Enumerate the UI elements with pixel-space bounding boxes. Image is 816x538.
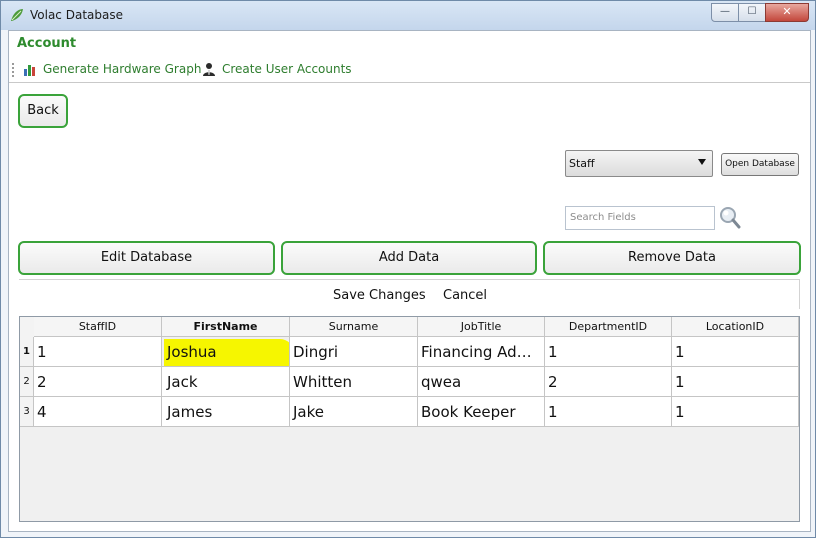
column-header-staffid[interactable]: StaffID [34, 317, 162, 337]
table-cell[interactable]: Jack [162, 367, 290, 397]
table-cell[interactable]: 2 [34, 367, 162, 397]
column-header-jobtitle[interactable]: JobTitle [418, 317, 545, 337]
cancel-button[interactable]: Cancel [443, 288, 487, 303]
title-bar[interactable]: Volac Database — ☐ ✕ [1, 1, 815, 30]
volac-leaf-icon [11, 9, 23, 21]
magnifier-icon[interactable] [719, 206, 741, 230]
table-cell[interactable]: Jake [290, 397, 418, 427]
table-cell[interactable]: James [162, 397, 290, 427]
edit-database-button[interactable]: Edit Database [18, 241, 275, 275]
grid-corner[interactable] [20, 317, 35, 338]
window-controls: — ☐ ✕ [711, 3, 809, 22]
table-cell[interactable]: 1 [545, 397, 672, 427]
table-cell[interactable]: 1 [672, 397, 799, 427]
generate-hardware-graph-button[interactable]: Generate Hardware Graph [23, 62, 201, 76]
toolbar: Generate Hardware Graph Create User Acco… [9, 56, 810, 83]
column-header-departmentid[interactable]: DepartmentID [545, 317, 672, 337]
window-title: Volac Database [30, 8, 123, 22]
table-select-value: Staff [569, 157, 595, 170]
table-cell[interactable]: Book Keeper [418, 397, 545, 427]
table-cell[interactable]: 1 [672, 337, 799, 367]
table-cell[interactable]: Dingri [290, 337, 418, 367]
main-panel: Account Generate Hardware Graph Create U… [8, 30, 811, 532]
create-user-accounts-button[interactable]: Create User Accounts [202, 62, 352, 76]
table-cell[interactable]: 2 [545, 367, 672, 397]
table-cell[interactable]: qwea [418, 367, 545, 397]
open-database-button[interactable]: Open Database [721, 153, 799, 176]
search-input[interactable]: Search Fields [565, 206, 715, 230]
chevron-down-icon [698, 159, 706, 165]
minimize-icon: — [720, 6, 730, 17]
row-header[interactable]: 1 [20, 337, 34, 367]
row-header[interactable]: 3 [20, 397, 34, 427]
toolbar-grip[interactable] [12, 63, 16, 77]
column-header-firstname[interactable]: FirstName [162, 317, 290, 337]
table-cell[interactable]: Financing Advisor [418, 337, 545, 367]
back-button[interactable]: Back [18, 94, 68, 128]
app-window: Volac Database — ☐ ✕ Account Generate Ha… [0, 0, 816, 538]
table-cell[interactable]: 1 [34, 337, 162, 367]
table-select[interactable]: Staff [565, 150, 713, 177]
table-cell[interactable]: Joshua [162, 337, 290, 367]
row-header[interactable]: 2 [20, 367, 34, 397]
maximize-button[interactable]: ☐ [738, 3, 766, 22]
table-cell[interactable]: 1 [672, 367, 799, 397]
close-button[interactable]: ✕ [765, 3, 809, 22]
table-cell[interactable]: 4 [34, 397, 162, 427]
close-icon: ✕ [782, 5, 792, 18]
generate-hardware-graph-label: Generate Hardware Graph [43, 62, 202, 76]
minimize-button[interactable]: — [711, 3, 739, 22]
save-bar: Save Changes Cancel [19, 279, 800, 309]
add-data-button[interactable]: Add Data [281, 241, 537, 275]
table-cell[interactable]: Whitten [290, 367, 418, 397]
remove-data-button[interactable]: Remove Data [543, 241, 801, 275]
table-cell[interactable]: 1 [545, 337, 672, 367]
create-user-accounts-label: Create User Accounts [222, 62, 352, 76]
user-icon [203, 63, 215, 76]
save-changes-button[interactable]: Save Changes [333, 288, 426, 303]
bar-chart-icon [24, 65, 35, 76]
account-label: Account [17, 36, 77, 51]
column-header-surname[interactable]: Surname [290, 317, 418, 337]
data-grid[interactable]: StaffID FirstName Surname JobTitle Depar… [19, 316, 800, 522]
maximize-icon: ☐ [747, 6, 757, 17]
column-header-locationid[interactable]: LocationID [672, 317, 799, 337]
